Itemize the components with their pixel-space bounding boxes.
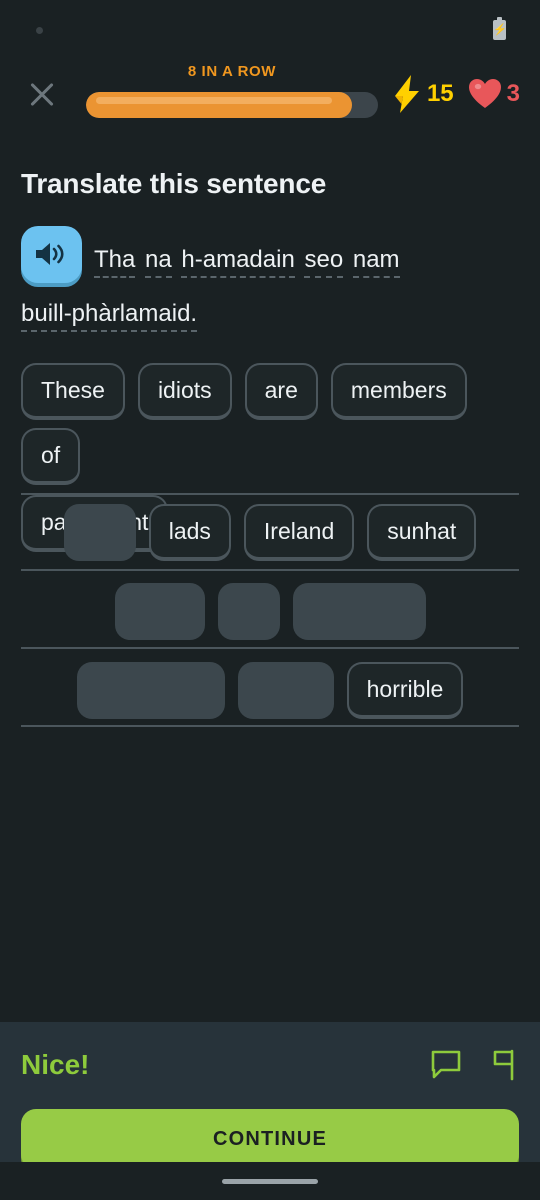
lightning-bolt-icon bbox=[394, 75, 419, 113]
word-bank-tile[interactable]: lads bbox=[148, 504, 231, 561]
word-bank-tile[interactable]: sunhat bbox=[367, 504, 477, 561]
word-bank-used-slot bbox=[76, 662, 225, 719]
source-word[interactable]: nam bbox=[352, 246, 400, 278]
status-bar: ⚡ bbox=[0, 0, 540, 52]
answer-tile[interactable]: members bbox=[330, 363, 467, 420]
hearts-value: 3 bbox=[506, 80, 520, 107]
camera-dot-icon bbox=[36, 27, 43, 34]
source-word[interactable]: seo bbox=[304, 246, 344, 278]
answer-tile[interactable]: of bbox=[21, 428, 81, 485]
speech-bubble-icon[interactable] bbox=[429, 1048, 463, 1082]
xp-counter[interactable]: 15 bbox=[392, 74, 454, 114]
word-bank-tile[interactable]: horrible bbox=[346, 662, 464, 719]
home-indicator-area bbox=[0, 1162, 540, 1200]
page-title: Translate this sentence bbox=[21, 168, 327, 199]
source-word[interactable]: Tha bbox=[94, 246, 136, 278]
source-word[interactable]: h-amadain bbox=[181, 246, 295, 278]
hearts-counter[interactable]: 3 bbox=[468, 78, 520, 110]
speaker-glyph bbox=[36, 243, 64, 265]
answer-tile[interactable]: are bbox=[244, 363, 318, 420]
word-bank-row: horrible bbox=[21, 662, 519, 719]
word-bank-tile[interactable]: Ireland bbox=[243, 504, 355, 561]
progress-bar-fill bbox=[86, 92, 352, 118]
speaker-volume-icon[interactable] bbox=[21, 226, 82, 283]
answer-tile[interactable]: idiots bbox=[137, 363, 232, 420]
word-bank-used-slot bbox=[292, 583, 426, 640]
source-word[interactable]: buill-phàrlamaid. bbox=[21, 300, 198, 332]
progress-area: 8 IN A ROW bbox=[86, 63, 378, 118]
progress-bar-shine bbox=[96, 97, 332, 104]
streak-label: 8 IN A ROW bbox=[187, 63, 277, 80]
word-bank-row: lads Ireland sunhat bbox=[21, 504, 519, 561]
answer-row: These idiots are members of bbox=[21, 363, 519, 495]
word-bank-used-slot bbox=[217, 583, 280, 640]
battery-charging-icon: ⚡ bbox=[493, 17, 507, 40]
result-text: Nice! bbox=[21, 1049, 90, 1080]
xp-value: 15 bbox=[426, 80, 454, 107]
word-bank: lads Ireland sunhat horrible bbox=[21, 504, 519, 741]
home-indicator-bar bbox=[222, 1178, 318, 1184]
battery-bolt-glyph: ⚡ bbox=[493, 24, 507, 36]
flag-icon[interactable] bbox=[485, 1048, 519, 1082]
heart-icon bbox=[468, 79, 501, 108]
word-bank-row bbox=[21, 583, 519, 640]
word-bank-used-slot bbox=[237, 662, 334, 719]
footer-actions bbox=[429, 1048, 519, 1082]
progress-bar bbox=[86, 92, 378, 118]
source-word[interactable]: na bbox=[145, 246, 172, 278]
word-bank-used-slot bbox=[114, 583, 205, 640]
question-content: Translate this sentence Tha na h-amadain… bbox=[0, 136, 540, 1022]
result-header: Nice! bbox=[21, 1048, 519, 1082]
lesson-screen: ⚡ 8 IN A ROW 15 3 Translate this sentenc… bbox=[0, 0, 540, 1200]
continue-button[interactable]: CONTINUE bbox=[21, 1109, 519, 1169]
lesson-header: 8 IN A ROW 15 3 bbox=[0, 52, 540, 136]
answer-tile[interactable]: These bbox=[21, 363, 125, 420]
word-bank-used-slot bbox=[63, 504, 136, 561]
source-sentence: Tha na h-amadain seo nam buill-phàrlamai… bbox=[21, 226, 519, 341]
close-x-icon[interactable] bbox=[20, 72, 64, 116]
